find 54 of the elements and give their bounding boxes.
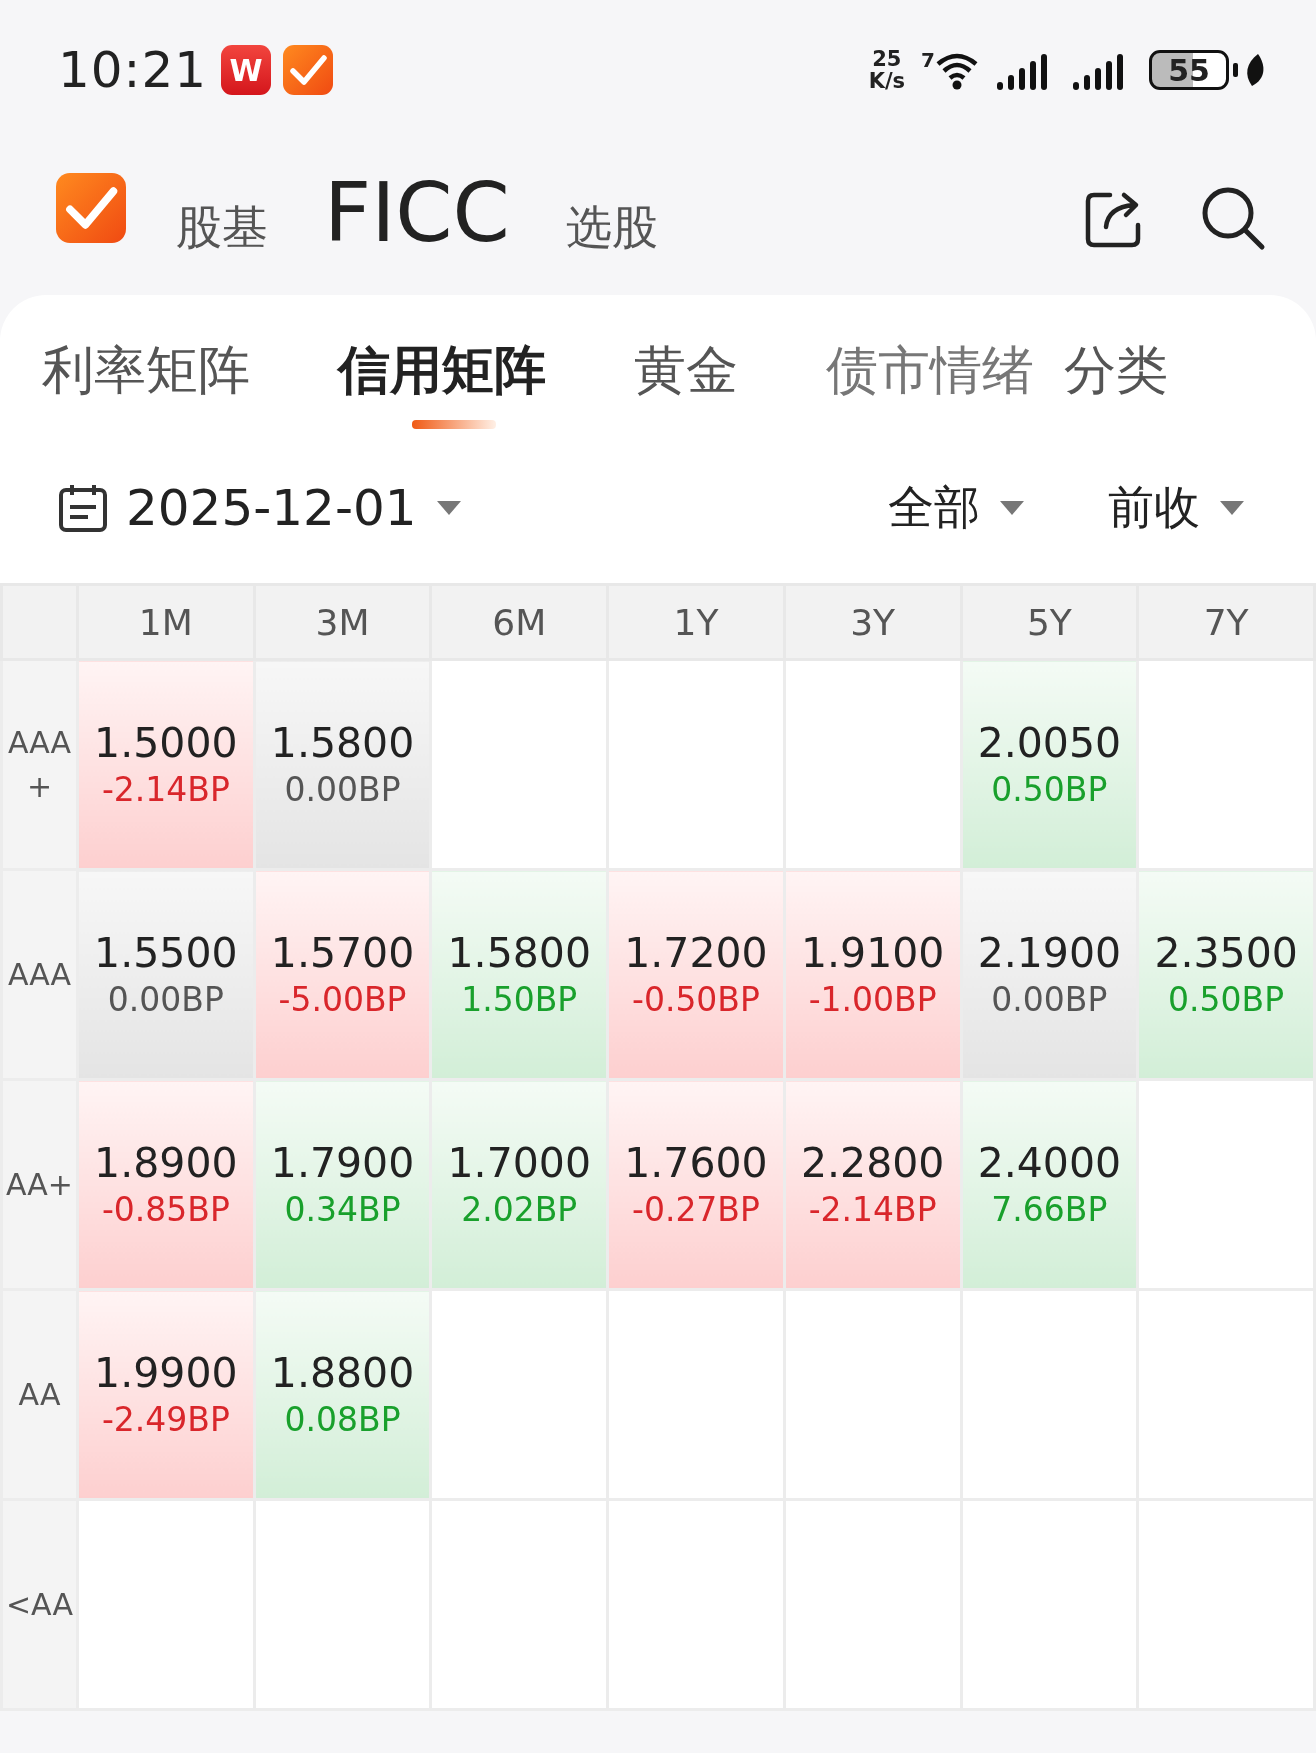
yield-cell[interactable]: 1.5500 0.00BP xyxy=(77,869,255,1080)
yield-cell[interactable]: 1.5800 1.50BP xyxy=(430,869,608,1080)
dropdown-caret-icon xyxy=(434,499,463,517)
column-header: 3M xyxy=(254,584,431,660)
dropdown-caret-icon xyxy=(998,499,1026,517)
tab[interactable]: 黄金 xyxy=(634,333,738,433)
app-logo[interactable] xyxy=(56,172,126,243)
yield-cell[interactable]: 1.5000 -2.14BP xyxy=(77,659,255,870)
date-picker[interactable]: 2025-12-01 xyxy=(58,479,463,537)
yield-cell[interactable]: 1.5700 -5.00BP xyxy=(254,869,431,1080)
rating-label: AA xyxy=(1,1289,78,1500)
yield-cell[interactable]: 2.0050 0.50BP xyxy=(961,659,1138,870)
yield-cell[interactable]: 1.8900 -0.85BP xyxy=(77,1079,255,1290)
nav-tab[interactable]: FICC xyxy=(324,165,510,260)
calendar-icon xyxy=(58,483,108,533)
yield-cell[interactable]: 1.8800 0.08BP xyxy=(254,1289,431,1500)
yield-cell[interactable]: 1.7000 2.02BP xyxy=(430,1079,608,1290)
battery-tip-icon xyxy=(1233,63,1238,77)
yield-cell[interactable]: 1.7900 0.34BP xyxy=(254,1079,431,1290)
rating-label: <AA xyxy=(1,1499,78,1710)
column-header: 1M xyxy=(77,584,255,660)
yield-cell[interactable]: 2.2800 -2.14BP xyxy=(784,1079,961,1290)
wifi-label: 7 xyxy=(921,50,935,70)
clock: 10:21 xyxy=(58,41,208,99)
dropdown-caret-icon xyxy=(1218,499,1246,517)
tab[interactable]: 信用矩阵 xyxy=(338,333,546,433)
yield-cell[interactable]: 1.7600 -0.27BP xyxy=(607,1079,785,1290)
column-header: 5Y xyxy=(961,584,1138,660)
yield-cell[interactable]: 1.9100 -1.00BP xyxy=(784,869,961,1080)
column-header: 1Y xyxy=(607,584,785,660)
rating-label: AAA+ xyxy=(1,659,78,870)
yield-cell[interactable]: 2.1900 0.00BP xyxy=(961,869,1138,1080)
yield-cell[interactable]: 2.3500 0.50BP xyxy=(1137,869,1315,1080)
tab[interactable]: 分类 xyxy=(1064,333,1168,433)
check-app-icon xyxy=(283,45,334,95)
column-header: 7Y xyxy=(1137,584,1315,660)
rating-label: AAA xyxy=(1,869,78,1080)
leaf-icon xyxy=(1244,53,1266,87)
rating-label: AA+ xyxy=(1,1079,78,1290)
scope-dropdown[interactable]: 全部 xyxy=(888,477,1026,539)
network-speed: 25 K/s xyxy=(868,48,906,92)
column-header: 3Y xyxy=(784,584,961,660)
battery-level: 55 xyxy=(1149,50,1229,90)
app-notification-icon: W xyxy=(221,45,272,95)
tab[interactable]: 债市情绪 xyxy=(826,333,1034,433)
tab[interactable]: 利率矩阵 xyxy=(42,333,250,433)
nav-tab[interactable]: 股基 xyxy=(176,196,268,259)
yield-cell[interactable]: 2.4000 7.66BP xyxy=(961,1079,1138,1290)
basis-dropdown[interactable]: 前收 xyxy=(1108,477,1246,539)
nav-tab[interactable]: 选股 xyxy=(565,196,658,259)
yield-cell[interactable]: 1.7200 -0.50BP xyxy=(607,869,785,1080)
column-header: 6M xyxy=(430,584,608,660)
yield-cell[interactable]: 1.5800 0.00BP xyxy=(254,659,431,870)
yield-cell[interactable]: 1.9900 -2.49BP xyxy=(77,1289,255,1500)
